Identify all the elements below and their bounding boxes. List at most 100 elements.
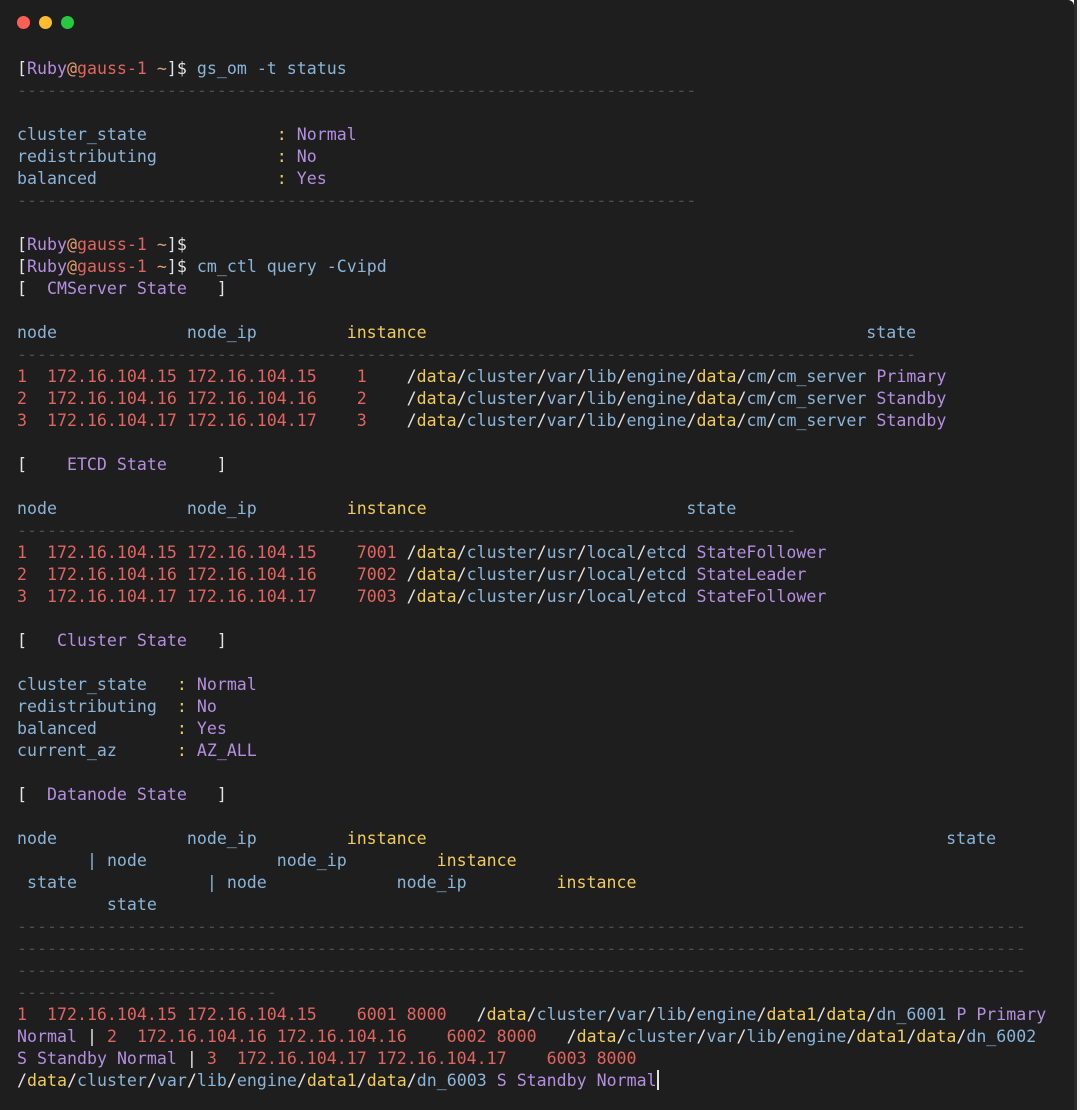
- row-separator: |: [86, 1027, 97, 1046]
- instance-id: 7002: [356, 565, 397, 584]
- cluster-row: balanced : Yes: [17, 718, 1046, 740]
- header-state: state: [106, 895, 157, 914]
- path-segment: /cluster: [456, 543, 537, 562]
- path-segment: /cm_server: [766, 367, 867, 386]
- cluster-row: cluster_state : Normal: [17, 674, 1046, 696]
- node-host: 172.16.104.17: [46, 411, 177, 430]
- instance-state: Primary: [976, 1005, 1047, 1024]
- header-instance: instance: [436, 851, 517, 870]
- header-node-ip: node_ip: [186, 499, 257, 518]
- prompt-host: gauss-1: [76, 235, 147, 254]
- terminal-output[interactable]: [Ruby@gauss-1 ~]$ gs_om -t status -------…: [17, 58, 1046, 1092]
- path-segment: /cluster: [456, 565, 537, 584]
- status-key: balanced: [17, 169, 277, 188]
- prompt-user: Ruby: [27, 59, 67, 78]
- table-header: state | node node_ip instance: [17, 872, 1046, 894]
- scrollbar[interactable]: [1074, 0, 1080, 1110]
- command-line: [Ruby@gauss-1 ~]$: [17, 234, 1046, 256]
- node-host: 172.16.104.15: [46, 543, 177, 562]
- instance-state: Standby: [516, 1071, 587, 1090]
- section-title-line: [ Datanode State ]: [17, 784, 1046, 806]
- status-colon: :: [276, 147, 297, 166]
- divider: ----------------------------------------…: [17, 80, 1046, 102]
- section-title-line: [ CMServer State ]: [17, 278, 1046, 300]
- path-segment: /engine: [776, 1027, 847, 1046]
- path-segment: /data: [476, 1005, 527, 1024]
- header-node-ip: node_ip: [276, 851, 347, 870]
- path-segment: /data: [566, 1027, 617, 1046]
- path-segment: /var: [536, 367, 577, 386]
- header-instance: instance: [346, 499, 427, 518]
- status-key: redistributing: [17, 147, 277, 166]
- cluster-key: cluster_state: [17, 675, 177, 694]
- section-bracket: ]: [186, 279, 227, 298]
- command-text: gs_om -t status: [196, 59, 347, 78]
- divider-rule: ----------------------------------------…: [17, 961, 1027, 980]
- close-window-button[interactable]: [17, 16, 30, 29]
- path-segment: /cluster: [526, 1005, 607, 1024]
- prompt-at: @: [66, 257, 77, 276]
- status-colon: :: [276, 125, 297, 144]
- section-bracket: [: [17, 631, 57, 650]
- terminal-window[interactable]: [Ruby@gauss-1 ~]$ gs_om -t status -------…: [0, 0, 1074, 1110]
- table-row: 2 172.16.104.16 172.16.104.16 7002 /data…: [17, 564, 1046, 586]
- node-id: 3: [206, 1049, 217, 1068]
- path-segment: /data1: [756, 1005, 817, 1024]
- status-row: cluster_state : Normal: [17, 124, 1046, 146]
- node-ip: 172.16.104.15: [186, 543, 317, 562]
- node-ip: 172.16.104.16: [186, 565, 317, 584]
- path-segment: /lib: [576, 389, 617, 408]
- path-segment: /engine: [616, 367, 687, 386]
- path-segment: /cluster: [456, 587, 537, 606]
- status-key: cluster_state: [17, 125, 277, 144]
- node-ip: 172.16.104.16: [186, 389, 317, 408]
- status-value: Normal: [296, 125, 357, 144]
- path-segment: /cluster: [66, 1071, 147, 1090]
- path-segment: /engine: [616, 389, 687, 408]
- minimize-window-button[interactable]: [39, 16, 52, 29]
- table-row: 3 172.16.104.17 172.16.104.17 7003 /data…: [17, 586, 1046, 608]
- path-segment: /usr: [536, 543, 577, 562]
- divider: ----------------------------------------…: [17, 190, 1046, 212]
- node-id: 2: [17, 389, 27, 408]
- prompt-host: gauss-1: [76, 257, 147, 276]
- cluster-value: AZ_ALL: [196, 741, 257, 760]
- path-segment: /data: [906, 1027, 957, 1046]
- prompt-user: Ruby: [27, 235, 67, 254]
- prompt-host: gauss-1: [76, 59, 147, 78]
- prompt-user: Ruby: [27, 257, 67, 276]
- table-row: S Standby Normal | 3 172.16.104.17 172.1…: [17, 1048, 1046, 1070]
- path-segment: /data: [686, 367, 737, 386]
- prompt-at: @: [66, 235, 77, 254]
- path-segment: /data: [356, 1071, 407, 1090]
- header-separator: |: [206, 873, 217, 892]
- header-node-ip: node_ip: [186, 829, 257, 848]
- path-segment: /usr: [536, 587, 577, 606]
- instance-port: 8000: [596, 1049, 637, 1068]
- path-segment: /engine: [686, 1005, 757, 1024]
- instance-id: 7001: [356, 543, 397, 562]
- prompt-bracket: [: [17, 59, 27, 78]
- prompt-bracket: [: [17, 235, 27, 254]
- table-row: Normal | 2 172.16.104.16 172.16.104.16 6…: [17, 1026, 1046, 1048]
- cluster-row: current_az : AZ_ALL: [17, 740, 1046, 762]
- table-header: node node_ip instance state: [17, 828, 1046, 850]
- node-ip: 172.16.104.17: [186, 411, 317, 430]
- node-id: 3: [17, 587, 27, 606]
- status-value: Yes: [296, 169, 327, 188]
- instance-state: StateFollower: [696, 587, 827, 606]
- instance-id: 3: [356, 411, 367, 430]
- header-instance: instance: [346, 323, 427, 342]
- divider-rule: ----------------------------------------…: [17, 521, 797, 540]
- node-host: 172.16.104.16: [46, 565, 177, 584]
- command-line: [Ruby@gauss-1 ~]$ cm_ctl query -Cvipd: [17, 256, 1046, 278]
- path-segment: /cluster: [616, 1027, 697, 1046]
- path-segment: /cluster: [456, 411, 537, 430]
- status-value: No: [296, 147, 317, 166]
- path-segment: /cm_server: [766, 389, 867, 408]
- prompt-symbol: ]$: [166, 235, 187, 254]
- maximize-window-button[interactable]: [61, 16, 74, 29]
- divider-rule: ----------------------------------------…: [17, 917, 1027, 936]
- header-node: node: [17, 499, 57, 518]
